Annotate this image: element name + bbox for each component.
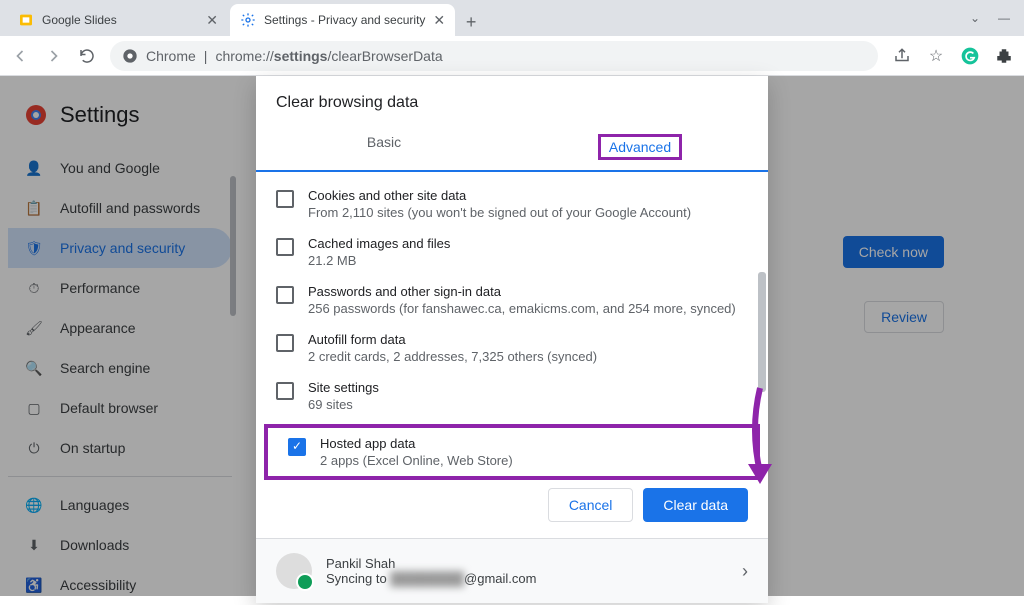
option-cache[interactable]: Cached images and files21.2 MB	[256, 228, 768, 276]
option-passwords[interactable]: Passwords and other sign-in data256 pass…	[256, 276, 768, 324]
grammarly-icon[interactable]	[960, 46, 980, 66]
omnibox[interactable]: Chrome | chrome://settings/clearBrowserD…	[110, 41, 878, 71]
browser-tab-slides[interactable]: Google Slides ✕	[8, 4, 228, 36]
close-icon[interactable]: ✕	[206, 12, 218, 29]
checkbox[interactable]	[288, 438, 306, 456]
account-row[interactable]: Pankil Shah Syncing to ████████@gmail.co…	[256, 538, 768, 603]
tab-basic[interactable]: Basic	[256, 124, 512, 170]
tab-title: Google Slides	[42, 13, 117, 27]
back-icon[interactable]	[10, 46, 30, 66]
chevron-down-icon[interactable]: ⌄	[970, 11, 980, 25]
browser-tab-settings[interactable]: Settings - Privacy and security ✕	[230, 4, 455, 36]
dialog-tabs: Basic Advanced	[256, 124, 768, 172]
omnibox-url: chrome://settings/clearBrowserData	[215, 48, 442, 64]
option-autofill[interactable]: Autofill form data2 credit cards, 2 addr…	[256, 324, 768, 372]
gear-icon	[240, 12, 256, 28]
chevron-right-icon: ›	[742, 561, 748, 582]
options-list: Cookies and other site dataFrom 2,110 si…	[256, 172, 768, 472]
tab-advanced[interactable]: Advanced	[512, 124, 768, 170]
new-tab-button[interactable]: +	[457, 8, 485, 36]
checkbox[interactable]	[276, 190, 294, 208]
tab-title: Settings - Privacy and security	[264, 13, 425, 27]
forward-icon[interactable]	[44, 46, 64, 66]
clear-data-button[interactable]: Clear data	[643, 488, 748, 522]
option-hosted-apps[interactable]: Hosted app data2 apps (Excel Online, Web…	[264, 424, 760, 480]
checkbox[interactable]	[276, 238, 294, 256]
option-site-settings[interactable]: Site settings69 sites	[256, 372, 768, 420]
checkbox[interactable]	[276, 382, 294, 400]
minimize-icon[interactable]: —	[998, 11, 1010, 25]
checkbox[interactable]	[276, 334, 294, 352]
account-name: Pankil Shah	[326, 556, 536, 571]
omnibox-sep: |	[204, 48, 208, 64]
reload-icon[interactable]	[78, 47, 96, 65]
close-icon[interactable]: ✕	[433, 12, 445, 29]
share-icon[interactable]	[892, 46, 912, 66]
window-controls: ⌄ —	[956, 11, 1024, 25]
browser-toolbar: Chrome | chrome://settings/clearBrowserD…	[0, 36, 1024, 76]
star-icon[interactable]: ☆	[926, 46, 946, 66]
tab-strip: Google Slides ✕ Settings - Privacy and s…	[0, 0, 1024, 36]
avatar	[276, 553, 312, 589]
chrome-icon	[122, 48, 138, 64]
option-cookies[interactable]: Cookies and other site dataFrom 2,110 si…	[256, 180, 768, 228]
cancel-button[interactable]: Cancel	[548, 488, 634, 522]
slides-icon	[18, 12, 34, 28]
extensions-icon[interactable]	[994, 46, 1014, 66]
clear-data-dialog: Clear browsing data Basic Advanced Cooki…	[256, 76, 768, 603]
checkbox[interactable]	[276, 286, 294, 304]
account-sync: Syncing to ████████@gmail.com	[326, 571, 536, 586]
scrollbar[interactable]	[758, 272, 766, 392]
omnibox-prefix: Chrome	[146, 48, 196, 64]
dialog-actions: Cancel Clear data	[256, 472, 768, 538]
dialog-title: Clear browsing data	[256, 76, 768, 124]
